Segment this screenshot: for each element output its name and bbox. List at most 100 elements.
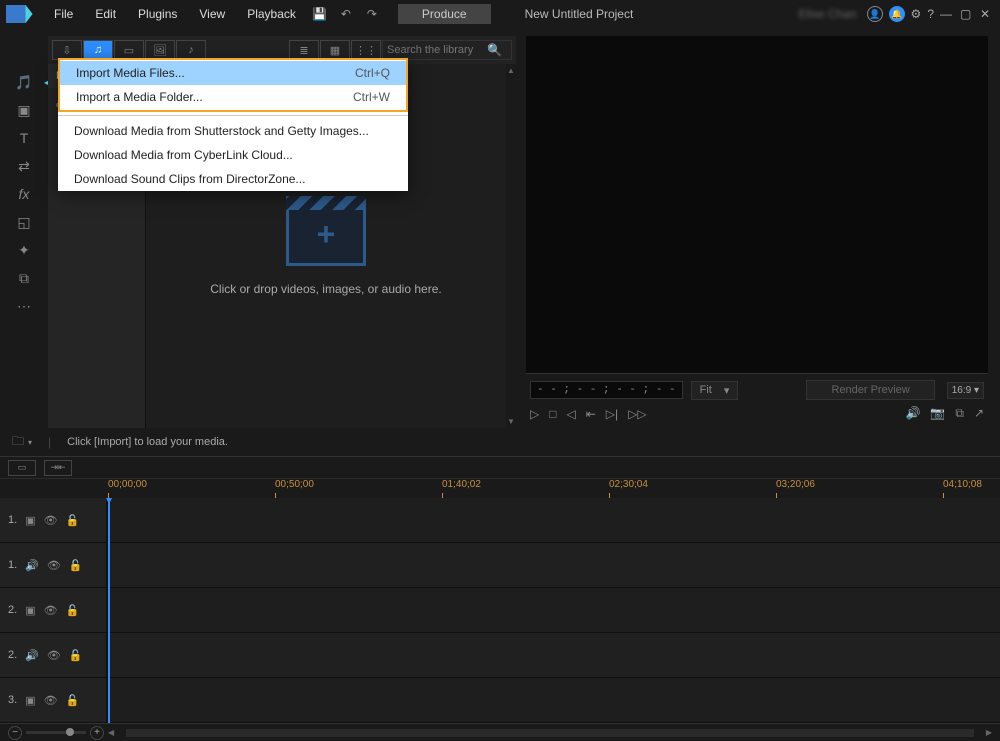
- redo-icon[interactable]: ↷: [364, 6, 380, 22]
- maximize-button[interactable]: ▢: [960, 7, 974, 21]
- grid-view-icon[interactable]: ▦: [320, 40, 350, 60]
- zoom-slider[interactable]: [26, 731, 86, 734]
- track-lane[interactable]: [108, 543, 1000, 587]
- lock-icon[interactable]: 🔓: [66, 694, 80, 707]
- video-room-icon[interactable]: ▣: [0, 96, 48, 124]
- user-icon[interactable]: 👤: [867, 6, 883, 22]
- notification-icon[interactable]: 🔔: [889, 6, 905, 22]
- scroll-left-icon[interactable]: ◀: [108, 728, 114, 737]
- next-frame-button[interactable]: ▷|: [606, 407, 618, 421]
- fast-forward-button[interactable]: ▷▷: [628, 407, 646, 421]
- aspect-ratio-dropdown[interactable]: 16:9 ▾: [947, 382, 984, 399]
- settings-icon[interactable]: ⚙: [911, 7, 922, 21]
- track-header[interactable]: 2. ▣ 👁 🔓: [0, 588, 108, 632]
- zoom-fit-dropdown[interactable]: Fit▾: [691, 381, 739, 400]
- download-directorzone-item[interactable]: Download Sound Clips from DirectorZone..…: [58, 167, 408, 191]
- track-header[interactable]: 3. ▣ 👁 🔓: [0, 678, 108, 722]
- ruler-tick: 00;00;00: [108, 479, 147, 490]
- lock-icon[interactable]: 🔓: [69, 559, 83, 572]
- media-room-icon[interactable]: 🎵: [0, 68, 48, 96]
- media-tab-icon[interactable]: ♫: [83, 40, 113, 60]
- drop-hint: Click or drop videos, images, or audio h…: [210, 282, 441, 296]
- download-cloud-item[interactable]: Download Media from CyberLink Cloud...: [58, 143, 408, 167]
- visibility-icon[interactable]: 👁: [44, 514, 58, 527]
- track-number: 1.: [8, 559, 17, 571]
- zoom-in-button[interactable]: +: [90, 726, 104, 740]
- visibility-icon[interactable]: 👁: [44, 694, 58, 707]
- project-folder-icon[interactable]: 🗀 ▾: [12, 432, 32, 453]
- chevron-down-icon: ▾: [974, 385, 979, 396]
- menu-edit[interactable]: Edit: [85, 3, 126, 25]
- track-header[interactable]: 1. ▣ 👁 🔓: [0, 498, 108, 542]
- title-room-icon[interactable]: T: [0, 124, 48, 152]
- seek-start-button[interactable]: ⇤: [586, 407, 596, 421]
- volume-icon[interactable]: 🔊: [905, 406, 920, 421]
- track-lane[interactable]: [108, 678, 1000, 722]
- timeline-ruler[interactable]: 00;00;0000;50;0001;40;0202;30;0403;20;06…: [0, 478, 1000, 498]
- import-tab-icon[interactable]: ⇩: [52, 40, 82, 60]
- search-input[interactable]: [387, 44, 487, 56]
- timeline-tools: ▭ ⇥⇤: [0, 456, 1000, 478]
- more-rooms-icon[interactable]: ⋯: [0, 292, 48, 320]
- search-icon[interactable]: 🔍: [487, 43, 502, 57]
- library-scrollbar[interactable]: ▲ ▼: [506, 64, 516, 428]
- render-preview-button[interactable]: Render Preview: [806, 380, 934, 400]
- track-row: 1. ▣ 👁 🔓: [0, 498, 1000, 543]
- image-tab-icon[interactable]: 🖼: [145, 40, 175, 60]
- menu-playback[interactable]: Playback: [237, 3, 306, 25]
- track-number: 1.: [8, 514, 17, 526]
- download-shutterstock-item[interactable]: Download Media from Shutterstock and Get…: [58, 119, 408, 143]
- track-header[interactable]: 2. 🔊 👁 🔓: [0, 633, 108, 677]
- menu-file[interactable]: File: [44, 3, 83, 25]
- preview-timecode[interactable]: - - ; - - ; - - ; - -: [530, 381, 683, 399]
- track-number: 3.: [8, 694, 17, 706]
- track-view-icon[interactable]: ▭: [8, 460, 36, 476]
- lock-icon[interactable]: 🔓: [69, 649, 83, 662]
- particle-room-icon[interactable]: ✦: [0, 236, 48, 264]
- visibility-icon[interactable]: 👁: [47, 649, 61, 662]
- pip-room-icon[interactable]: ◱: [0, 208, 48, 236]
- scroll-right-icon[interactable]: ▶: [986, 728, 992, 737]
- play-button[interactable]: ▷: [530, 407, 539, 421]
- lock-icon[interactable]: 🔓: [66, 604, 80, 617]
- dual-preview-icon[interactable]: ⧉: [955, 406, 964, 421]
- playhead[interactable]: [108, 498, 110, 723]
- track-lane[interactable]: [108, 633, 1000, 677]
- undo-icon[interactable]: ↶: [338, 6, 354, 22]
- snapshot-icon[interactable]: 📷: [930, 406, 945, 421]
- stop-button[interactable]: □: [549, 407, 556, 421]
- timeline-hscrollbar[interactable]: [126, 729, 974, 737]
- lock-icon[interactable]: 🔓: [66, 514, 80, 527]
- library-search[interactable]: 🔍: [382, 40, 512, 60]
- menu-plugins[interactable]: Plugins: [128, 3, 187, 25]
- menu-view[interactable]: View: [189, 3, 235, 25]
- list-view-icon[interactable]: ≣: [289, 40, 319, 60]
- visibility-icon[interactable]: 👁: [44, 604, 58, 617]
- close-button[interactable]: ✕: [980, 7, 994, 21]
- produce-button[interactable]: Produce: [398, 4, 491, 24]
- audio-track-icon: 🔊: [25, 649, 39, 662]
- room-toolbar: 🎵 ▣ T ⇄ fx ◱ ✦ ⧉ ⋯: [0, 28, 48, 428]
- scroll-down-icon[interactable]: ▼: [507, 417, 515, 426]
- track-lane[interactable]: [108, 588, 1000, 632]
- zoom-out-button[interactable]: −: [8, 726, 22, 740]
- visibility-icon[interactable]: 👁: [47, 559, 61, 572]
- track-lane[interactable]: [108, 498, 1000, 542]
- transition-room-icon[interactable]: ⇄: [0, 152, 48, 180]
- track-header[interactable]: 1. 🔊 👁 🔓: [0, 543, 108, 587]
- marker-tool-icon[interactable]: ⇥⇤: [44, 460, 72, 476]
- prev-frame-button[interactable]: ◁: [566, 407, 575, 421]
- fx-room-icon[interactable]: fx: [0, 180, 48, 208]
- track-row: 2. ▣ 👁 🔓: [0, 588, 1000, 633]
- color-tab-icon[interactable]: ▭: [114, 40, 144, 60]
- help-icon[interactable]: ?: [927, 7, 934, 21]
- minimize-button[interactable]: —: [940, 7, 954, 21]
- save-icon[interactable]: 💾: [312, 6, 328, 22]
- scroll-up-icon[interactable]: ▲: [507, 66, 515, 75]
- import-media-files-item[interactable]: Import Media Files...Ctrl+Q: [60, 61, 406, 85]
- import-media-folder-item[interactable]: Import a Media Folder...Ctrl+W: [60, 85, 406, 109]
- sound-tab-icon[interactable]: ♪: [176, 40, 206, 60]
- sort-icon[interactable]: ⋮⋮: [351, 40, 381, 60]
- subtitle-room-icon[interactable]: ⧉: [0, 264, 48, 292]
- undock-icon[interactable]: ↗: [974, 406, 984, 421]
